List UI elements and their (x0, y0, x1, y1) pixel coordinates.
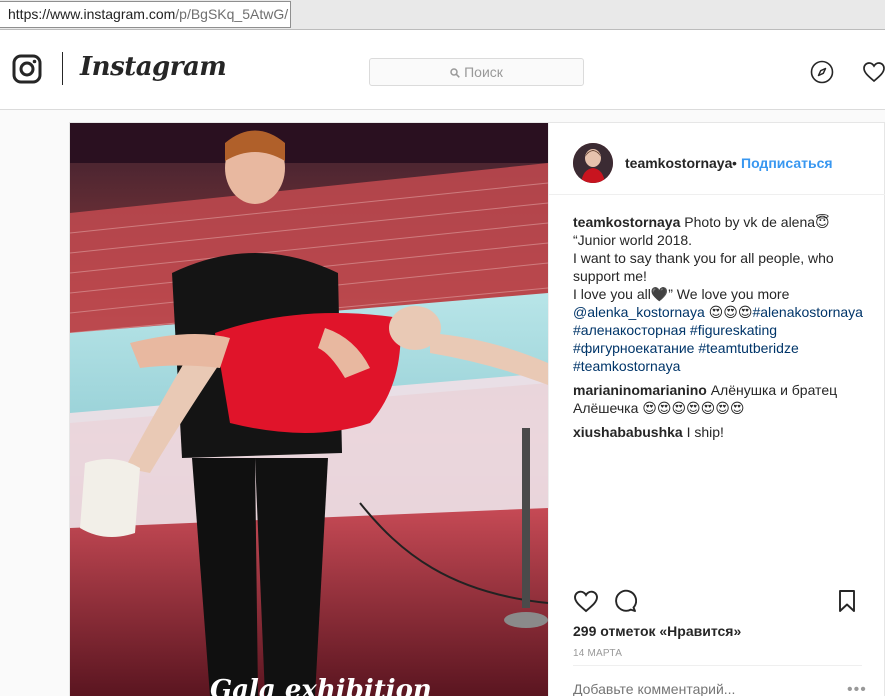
likes-count[interactable]: 299 отметок «Нравится» (573, 623, 741, 639)
caption-line-3: I want to say thank you for all people, … (573, 250, 834, 284)
url-field[interactable]: https://www.instagram.com/p/BgSKq_5AtwG/ (0, 1, 291, 28)
logo-divider (62, 52, 63, 85)
post-photo[interactable]: Gala exhibition (70, 123, 548, 696)
instagram-camera-icon[interactable] (12, 54, 42, 84)
comment-text: I ship! (686, 424, 724, 440)
comment-item: marianinomarianino Алёнушка и братец Алё… (573, 381, 863, 417)
top-navigation: Instagram Поиск (0, 30, 885, 110)
url-host: https://www.instagram.com (8, 6, 176, 22)
hashtag-links-3[interactable]: #фигурноекатание #teamtutberidze (573, 339, 863, 357)
caption-username[interactable]: teamkostornaya (573, 214, 680, 230)
caption-line-4: I love you all🖤” We love you more (573, 286, 790, 302)
activity-heart-icon[interactable] (862, 60, 885, 84)
follow-button[interactable]: Подписаться (741, 155, 833, 171)
caption-line-2: “Junior world 2018. (573, 232, 693, 248)
photo-overlay-text: Gala exhibition (210, 675, 432, 696)
post-actions (549, 585, 885, 625)
search-input[interactable]: Поиск (369, 58, 584, 86)
caption: teamkostornaya Photo by vk de alena😇 “Ju… (573, 213, 863, 375)
user-avatar[interactable] (573, 143, 613, 183)
browser-address-bar: https://www.instagram.com/p/BgSKq_5AtwG/ (0, 0, 885, 30)
post-author-username[interactable]: teamkostornaya (625, 155, 732, 171)
post-sidebar: teamkostornaya • Подписаться teamkostorn… (548, 123, 885, 696)
comment-item: xiushababushka I ship! (573, 423, 863, 441)
caption-line-1: Photo by vk de alena😇 (684, 214, 830, 230)
comment-bubble-icon[interactable] (613, 589, 637, 613)
url-path: /p/BgSKq_5AtwG/ (175, 6, 289, 22)
mention-link[interactable]: @alenka_kostornaya (573, 304, 705, 320)
hashtag-links-4[interactable]: #teamkostornaya (573, 357, 863, 375)
divider (573, 665, 862, 666)
instagram-wordmark[interactable]: Instagram (80, 52, 227, 82)
search-icon (450, 68, 460, 78)
hashtag-link[interactable]: #alenakostornaya (752, 304, 863, 320)
comment-username[interactable]: xiushababushka (573, 424, 683, 440)
more-options-icon[interactable]: ••• (847, 681, 867, 696)
caption-emojis: 😍😍😍 (708, 304, 753, 320)
post-header: teamkostornaya • Подписаться (549, 123, 885, 195)
separator-dot: • (732, 155, 737, 171)
post-date[interactable]: 14 марта (573, 648, 622, 659)
add-comment-input[interactable] (573, 681, 843, 696)
comments-list: teamkostornaya Photo by vk de alena😇 “Ju… (573, 213, 863, 447)
search-placeholder: Поиск (464, 64, 503, 80)
bookmark-icon[interactable] (837, 589, 857, 613)
like-heart-icon[interactable] (573, 589, 599, 613)
hashtag-links-2[interactable]: #аленакосторная #figureskating (573, 321, 863, 339)
comment-username[interactable]: marianinomarianino (573, 382, 707, 398)
explore-compass-icon[interactable] (810, 60, 834, 84)
